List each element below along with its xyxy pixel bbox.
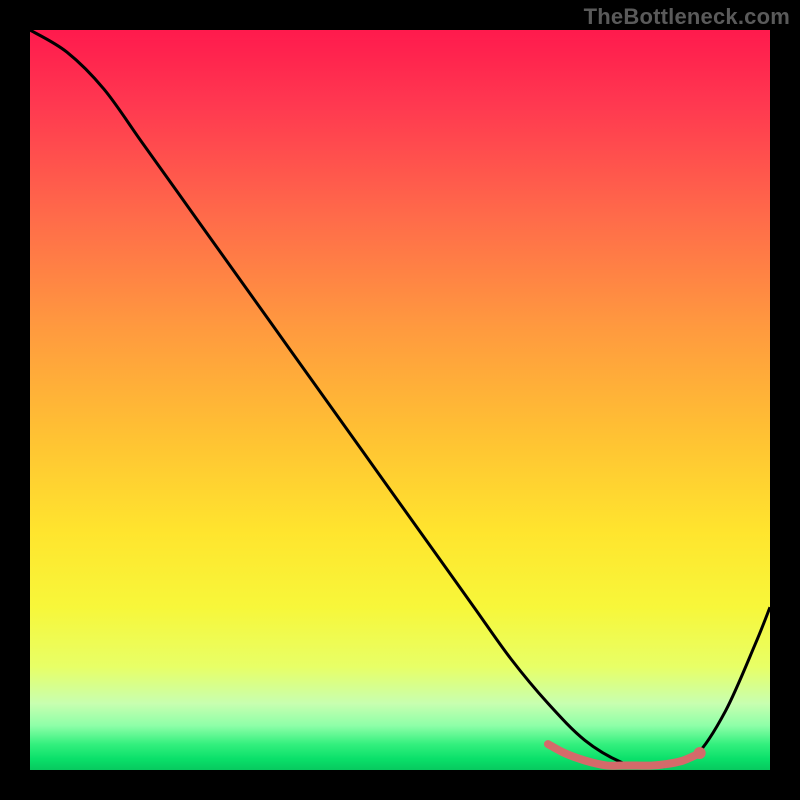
watermark-label: TheBottleneck.com	[584, 4, 790, 30]
chart-frame: TheBottleneck.com	[0, 0, 800, 800]
bottleneck-chart	[30, 30, 770, 770]
highlight-end-marker	[694, 747, 706, 759]
